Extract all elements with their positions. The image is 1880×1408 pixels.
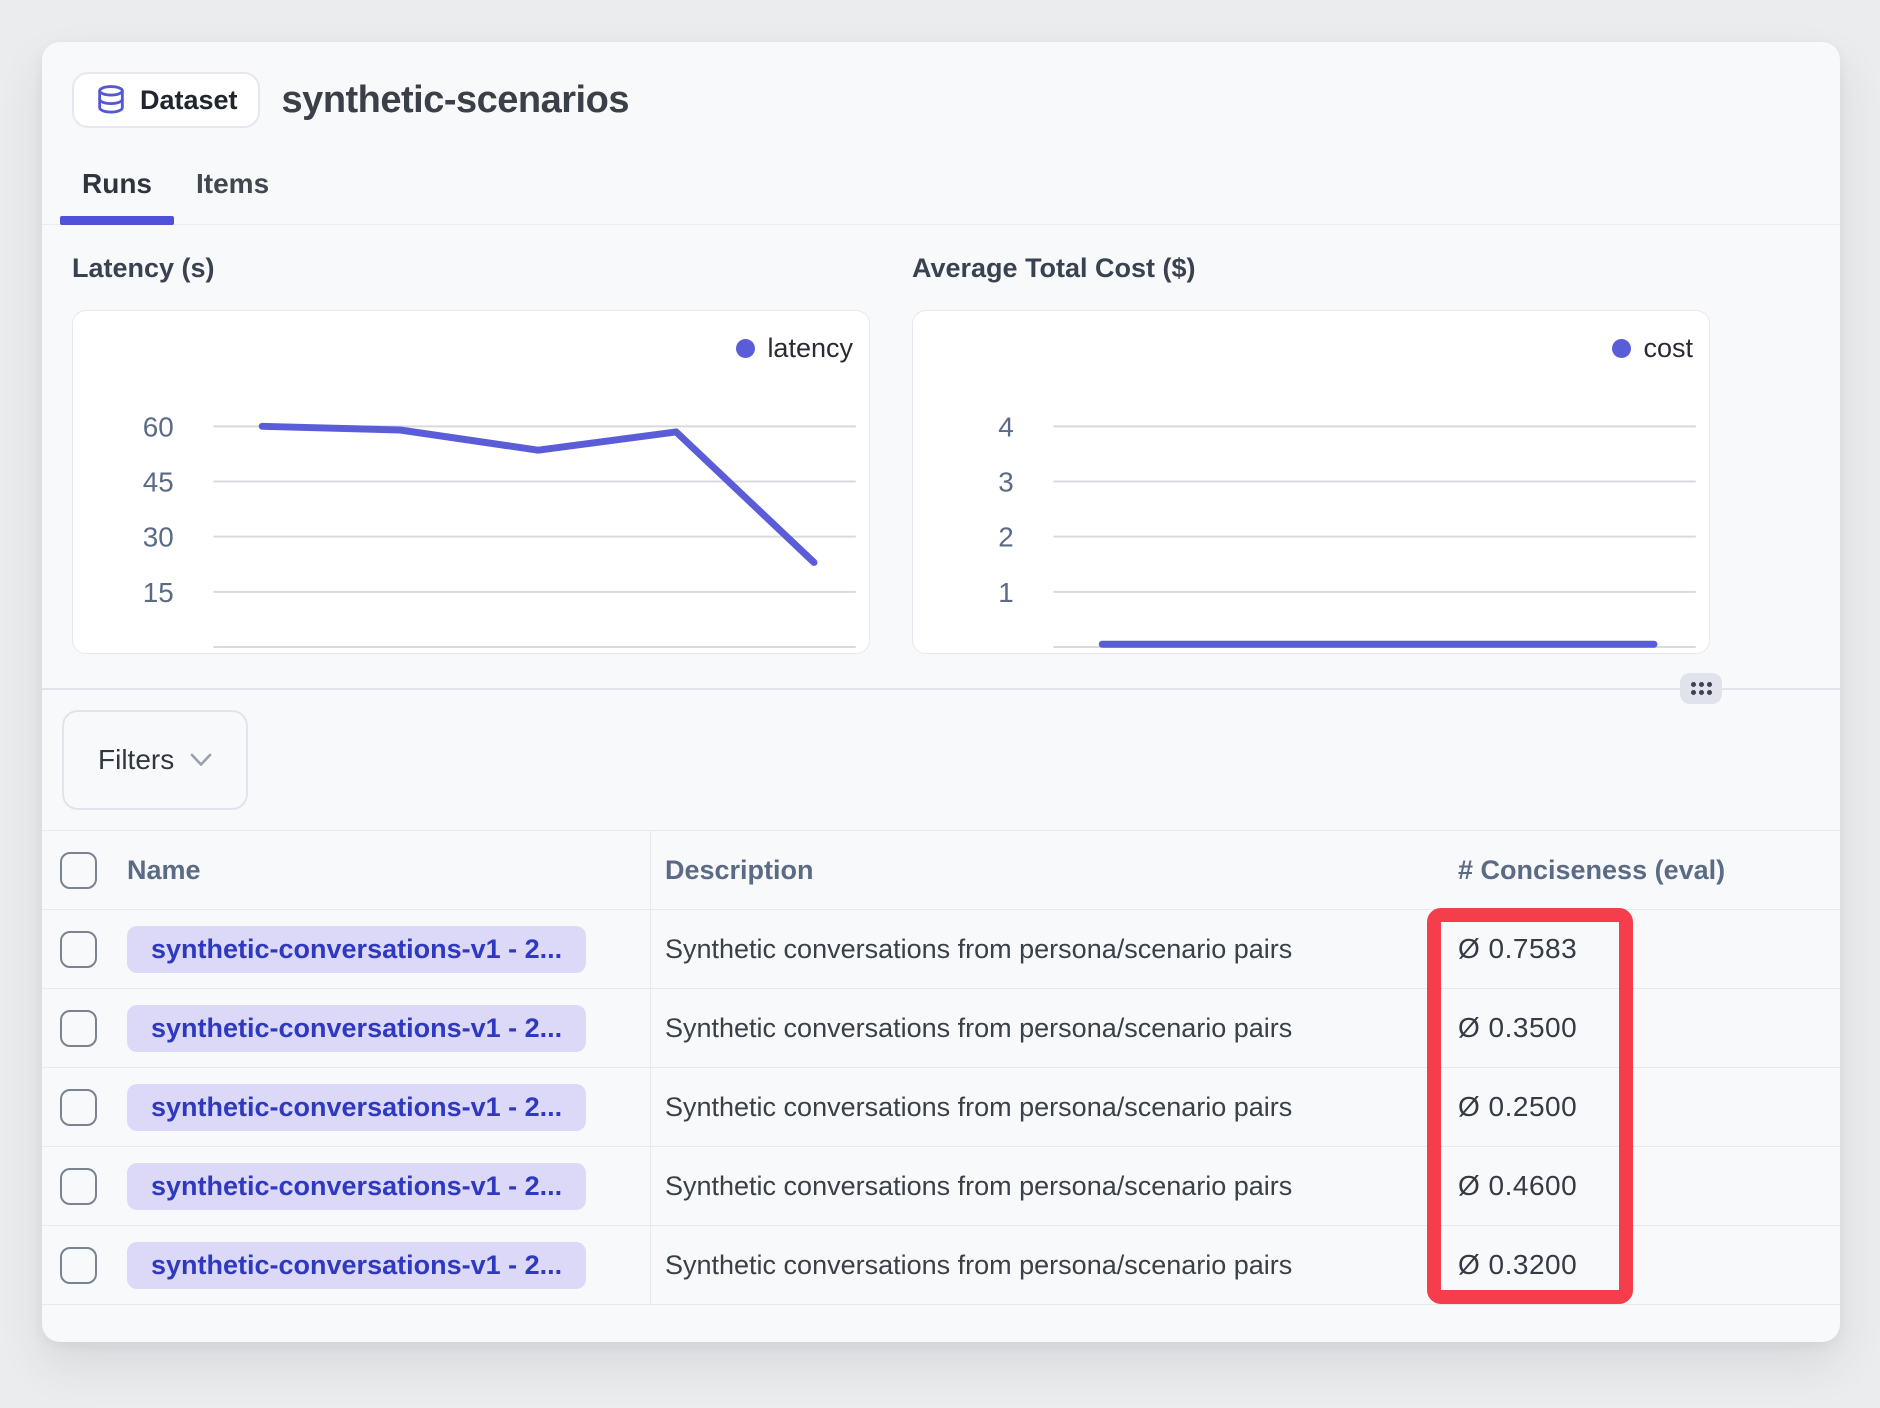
page-title: synthetic-scenarios (282, 79, 629, 122)
select-all-checkbox[interactable] (60, 852, 97, 889)
database-icon (94, 83, 128, 117)
column-header-name: Name (127, 855, 201, 886)
svg-text:30: 30 (143, 522, 174, 553)
run-name-link[interactable]: synthetic-conversations-v1 - 2... (127, 1163, 586, 1210)
filters-button-label: Filters (98, 744, 174, 776)
runs-table: Name Description # Conciseness (eval) sy… (42, 830, 1840, 1305)
table-header-row: Name Description # Conciseness (eval) (42, 831, 1840, 910)
row-checkbox[interactable] (60, 931, 97, 968)
dataset-panel: Dataset synthetic-scenarios Runs Items L… (42, 42, 1840, 1342)
latency-legend: latency (736, 333, 853, 364)
column-header-conciseness: # Conciseness (eval) (1458, 855, 1725, 886)
svg-text:15: 15 (143, 577, 174, 608)
page-header: Dataset synthetic-scenarios (42, 42, 1840, 128)
conciseness-value: Ø 0.3500 (1458, 1012, 1577, 1044)
svg-text:3: 3 (998, 466, 1013, 497)
row-checkbox[interactable] (60, 1168, 97, 1205)
run-name-link[interactable]: synthetic-conversations-v1 - 2... (127, 1005, 586, 1052)
conciseness-value: Ø 0.4600 (1458, 1170, 1577, 1202)
section-divider (42, 688, 1840, 690)
svg-text:4: 4 (998, 411, 1013, 442)
cost-legend-label: cost (1643, 333, 1693, 364)
row-checkbox[interactable] (60, 1089, 97, 1126)
conciseness-value: Ø 0.2500 (1458, 1091, 1577, 1123)
column-header-description: Description (665, 855, 814, 886)
run-description: Synthetic conversations from persona/sce… (665, 1171, 1292, 1202)
svg-text:2: 2 (998, 522, 1013, 553)
latency-chart-title: Latency (s) (72, 253, 870, 284)
charts-section: Latency (s) 60 45 30 15 latency Average Tot… (42, 225, 1840, 654)
resize-grip-icon[interactable] (1680, 673, 1722, 704)
run-name-link[interactable]: synthetic-conversations-v1 - 2... (127, 1084, 586, 1131)
svg-text:1: 1 (998, 577, 1013, 608)
table-row: synthetic-conversations-v1 - 2... Synthe… (42, 1226, 1840, 1305)
conciseness-value: Ø 0.3200 (1458, 1249, 1577, 1281)
run-description: Synthetic conversations from persona/sce… (665, 934, 1292, 965)
run-name-link[interactable]: synthetic-conversations-v1 - 2... (127, 926, 586, 973)
latency-chart: 60 45 30 15 latency (72, 310, 870, 654)
run-description: Synthetic conversations from persona/sce… (665, 1013, 1292, 1044)
cost-line-chart: 4 3 2 1 (913, 311, 1709, 653)
table-row: synthetic-conversations-v1 - 2... Synthe… (42, 1147, 1840, 1226)
latency-legend-dot-icon (736, 339, 755, 358)
filters-button[interactable]: Filters (62, 710, 248, 810)
cost-chart: 4 3 2 1 cost (912, 310, 1710, 654)
conciseness-value: Ø 0.7583 (1458, 933, 1577, 965)
tab-items[interactable]: Items (174, 162, 291, 224)
svg-text:60: 60 (143, 411, 174, 442)
chevron-down-icon (190, 753, 212, 767)
row-checkbox[interactable] (60, 1010, 97, 1047)
run-description: Synthetic conversations from persona/sce… (665, 1092, 1292, 1123)
latency-legend-label: latency (767, 333, 853, 364)
table-row: synthetic-conversations-v1 - 2... Synthe… (42, 989, 1840, 1068)
cost-chart-block: Average Total Cost ($) 4 3 2 1 cost (912, 253, 1710, 654)
tab-runs[interactable]: Runs (60, 162, 174, 224)
row-checkbox[interactable] (60, 1247, 97, 1284)
dataset-badge: Dataset (72, 72, 260, 128)
table-row: synthetic-conversations-v1 - 2... Synthe… (42, 910, 1840, 989)
cost-legend: cost (1612, 333, 1693, 364)
cost-chart-title: Average Total Cost ($) (912, 253, 1710, 284)
latency-chart-block: Latency (s) 60 45 30 15 latency (72, 253, 870, 654)
cost-legend-dot-icon (1612, 339, 1631, 358)
filters-row: Filters (42, 690, 1840, 830)
svg-text:45: 45 (143, 466, 174, 497)
dataset-badge-label: Dataset (140, 85, 238, 116)
table-row: synthetic-conversations-v1 - 2... Synthe… (42, 1068, 1840, 1147)
tab-bar: Runs Items (42, 162, 1840, 225)
run-description: Synthetic conversations from persona/sce… (665, 1250, 1292, 1281)
run-name-link[interactable]: synthetic-conversations-v1 - 2... (127, 1242, 586, 1289)
